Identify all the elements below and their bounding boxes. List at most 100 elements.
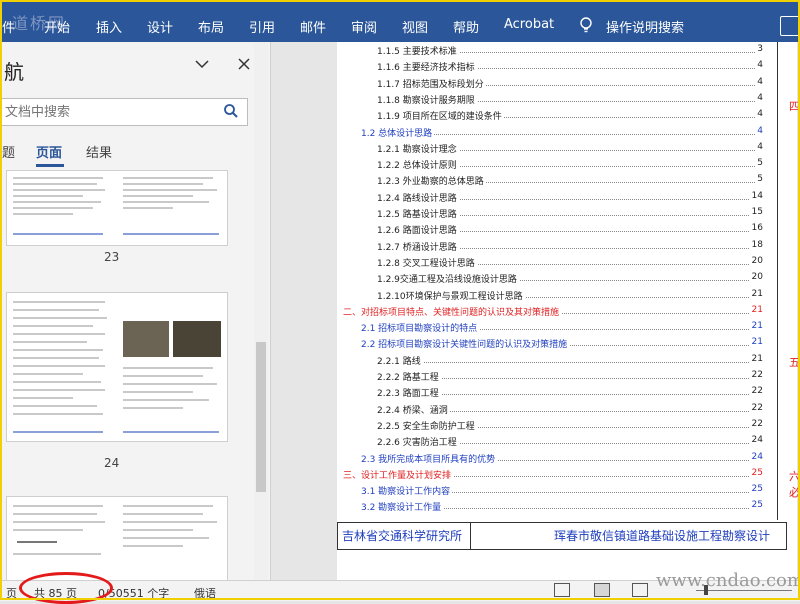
toc-entry[interactable]: 3.2 勘察设计工作量 25 xyxy=(337,498,763,514)
toc-entry[interactable]: 1.1.5 主要技术标准 3 xyxy=(337,42,763,58)
status-language[interactable]: 俄语 xyxy=(194,585,216,601)
toc-entry[interactable]: 1.1.9 项目所在区域的建设条件 4 xyxy=(337,107,763,123)
toc-entry[interactable]: 2.2.5 安全生命防护工程 22 xyxy=(337,417,763,433)
page-thumbnail[interactable] xyxy=(6,292,228,442)
toc-entry[interactable]: 二、对招标项目特点、关键性问题的认识及其对策措施 21 xyxy=(337,303,763,319)
toc-entry[interactable]: 1.2.2 总体设计原则 5 xyxy=(337,156,763,172)
toc-entry[interactable]: 3.1 勘察设计工作内容 25 xyxy=(337,482,763,498)
toc-entry-label: 1.1.7 招标范围及标段划分 xyxy=(377,76,486,90)
toc-entry-label: 1.2.10环境保护与景观工程设计思路 xyxy=(377,288,525,302)
toc-entry[interactable]: 1.2.6 路面设计思路 16 xyxy=(337,221,763,237)
tab-references[interactable]: 引用 xyxy=(249,17,275,36)
page-thumbnail[interactable] xyxy=(6,496,228,582)
tab-file[interactable]: 件 xyxy=(2,17,15,36)
toc-entry-page: 22 xyxy=(749,418,763,429)
tab-review[interactable]: 审阅 xyxy=(351,17,377,36)
footer-project-title: 珲春市敬信镇道路基础设施工程勘察设计 xyxy=(554,529,771,543)
toc-entry-page: 5 xyxy=(755,158,763,169)
toc-entry[interactable]: 1.2.10环境保护与景观工程设计思路 21 xyxy=(337,287,763,303)
toc-entry[interactable]: 1.2.5 路基设计思路 15 xyxy=(337,205,763,221)
toc-entry-label: 1.2.5 路基设计思路 xyxy=(377,207,459,220)
toc-entry-label: 2.2.3 路面工程 xyxy=(377,386,441,400)
toc-entry[interactable]: 1.2.9交通工程及沿线设施设计思路 20 xyxy=(337,270,763,286)
toc-entry-label: 1.2.4 路线设计思路 xyxy=(377,190,459,204)
toc-entry-page: 4 xyxy=(755,76,763,87)
chevron-down-icon[interactable] xyxy=(194,56,210,72)
ribbon: 道桥网 件 开始 插入 设计 布局 引用 邮件 审阅 视图 帮助 Acrobat… xyxy=(0,0,800,42)
tab-pages[interactable]: 页面 xyxy=(36,142,62,161)
lightbulb-icon[interactable] xyxy=(578,16,594,34)
print-layout-icon[interactable] xyxy=(594,583,610,597)
scrollbar-thumb[interactable] xyxy=(256,342,266,492)
toc-entry[interactable]: 1.1.8 勘察设计服务期限 4 xyxy=(337,91,763,107)
toc-entry[interactable]: 2.2.1 路线 21 xyxy=(337,352,763,368)
tab-help[interactable]: 帮助 xyxy=(453,17,479,36)
toc-entry[interactable]: 1.2.3 外业勘察的总体思路 5 xyxy=(337,172,763,188)
toc-entry[interactable]: 2.2.6 灾害防治工程 24 xyxy=(337,433,763,449)
web-layout-icon[interactable] xyxy=(632,583,648,597)
toc-entry-label: 1.1.8 勘察设计服务期限 xyxy=(377,92,477,106)
toc-entry-label: 二、对招标项目特点、关键性问题的认识及其对策措施 xyxy=(343,304,562,318)
toc-entry[interactable]: 2.1 招标项目勘察设计的特点 21 xyxy=(337,319,763,335)
nav-search-input[interactable] xyxy=(1,99,207,125)
toc-entry-page: 4 xyxy=(755,125,763,136)
toc-entry[interactable]: 1.2 总体设计思路 4 xyxy=(337,124,763,140)
toc-leader-dots xyxy=(377,353,755,363)
toc-entry[interactable]: 1.2.7 桥涵设计思路 18 xyxy=(337,238,763,254)
tell-me-search[interactable]: 操作说明搜索 xyxy=(606,17,684,36)
toc-entry-page: 4 xyxy=(755,141,763,152)
toc-entry[interactable]: 1.1.6 主要经济技术指标 4 xyxy=(337,58,763,74)
close-icon[interactable] xyxy=(236,56,252,72)
toc-entry-label: 1.2.1 勘察设计理念 xyxy=(377,141,459,155)
toc-entry-label: 1.2.8 交叉工程设计思路 xyxy=(377,255,477,269)
toc-entry-page: 25 xyxy=(749,484,763,495)
toc-entry[interactable]: 1.2.8 交叉工程设计思路 20 xyxy=(337,254,763,270)
toc-entry[interactable]: 1.2.4 路线设计思路 14 xyxy=(337,189,763,205)
toc-entry-page: 21 xyxy=(749,304,763,315)
toc-entry-label: 1.2.3 外业勘察的总体思路 xyxy=(377,174,486,188)
toc-entry-label: 2.3 我所完成本项目所具有的优势 xyxy=(361,451,498,465)
status-page-prefix[interactable]: 页 xyxy=(6,585,17,601)
document-page: 1.1.5 主要技术标准 3 1.1.6 主要经济技术指标 4 1.1.7 招标范围及标… xyxy=(337,42,797,580)
tab-design[interactable]: 设计 xyxy=(147,17,173,36)
tab-mailings[interactable]: 邮件 xyxy=(300,17,326,36)
toc-entry-label: 2.2.5 安全生命防护工程 xyxy=(377,418,477,432)
toc-entry[interactable]: 2.2.4 桥梁、涵洞 22 xyxy=(337,401,763,417)
share-icon[interactable] xyxy=(780,16,800,36)
toc-entry[interactable]: 2.3 我所完成本项目所具有的优势 24 xyxy=(337,450,763,466)
toc-entry[interactable]: 2.2.3 路面工程 22 xyxy=(337,384,763,400)
tab-acrobat[interactable]: Acrobat xyxy=(504,17,554,32)
toc-entry-label: 2.1 招标项目勘察设计的特点 xyxy=(361,321,480,335)
tab-results[interactable]: 结果 xyxy=(86,142,112,161)
document-area[interactable]: 1.1.5 主要技术标准 3 1.1.6 主要经济技术指标 4 1.1.7 招标范围及标… xyxy=(271,42,800,580)
toc-entry-page: 21 xyxy=(749,337,763,348)
toc-entry[interactable]: 2.2.2 路基工程 22 xyxy=(337,368,763,384)
thumbnail-page-number: 24 xyxy=(104,456,120,470)
toc-entry[interactable]: 2.2 招标项目勘察设计关键性问题的认识及对策措施 21 xyxy=(337,335,763,351)
read-mode-icon[interactable] xyxy=(554,583,570,597)
tab-insert[interactable]: 插入 xyxy=(96,17,122,36)
toc-entry-label: 1.1.9 项目所在区域的建设条件 xyxy=(377,109,504,123)
tab-layout[interactable]: 布局 xyxy=(198,17,224,36)
toc-entry-page: 22 xyxy=(749,402,763,413)
toc-entry[interactable]: 三、设计工作量及计划安排 25 xyxy=(337,466,763,482)
toc-entry[interactable]: 1.2.1 勘察设计理念 4 xyxy=(337,140,763,156)
toc-entry-page: 20 xyxy=(749,272,763,283)
toc-entry-label: 2.2.2 路基工程 xyxy=(377,370,441,383)
search-icon[interactable] xyxy=(223,103,239,119)
toc-entry-page: 21 xyxy=(749,288,763,299)
toc-entry-page: 22 xyxy=(749,386,763,397)
toc-entry-page: 4 xyxy=(755,92,763,103)
tab-headings[interactable]: 题 xyxy=(2,142,15,161)
tab-home[interactable]: 开始 xyxy=(44,17,70,36)
toc-entry-label: 1.2.2 总体设计原则 xyxy=(377,158,459,172)
toc-entry-page: 20 xyxy=(749,255,763,266)
thumbnail-scrollbar[interactable] xyxy=(254,42,268,580)
active-tab-indicator xyxy=(36,164,64,167)
page-thumbnail[interactable] xyxy=(6,170,228,246)
adjacent-page-fragment: 六 xyxy=(789,470,800,483)
toc-entry[interactable]: 1.1.7 招标范围及标段划分 4 xyxy=(337,75,763,91)
navigation-pane: 航 题 页面 结果 23 xyxy=(0,42,271,582)
tab-view[interactable]: 视图 xyxy=(402,17,428,36)
toc-entry-label: 3.2 勘察设计工作量 xyxy=(361,500,444,514)
